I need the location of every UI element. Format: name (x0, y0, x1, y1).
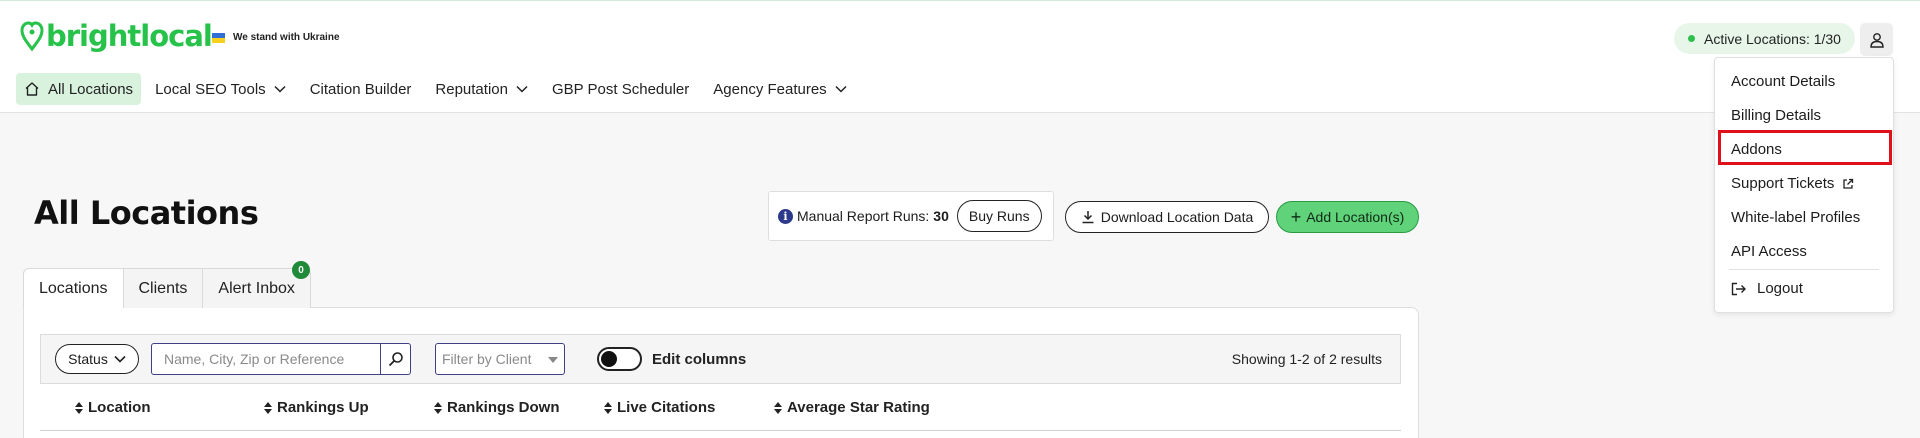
column-rankings-up[interactable]: Rankings Up (263, 399, 369, 416)
column-rankings-down[interactable]: Rankings Down (433, 399, 560, 416)
sort-icon (604, 401, 612, 414)
chevron-down-icon (516, 85, 528, 93)
runs-label: Manual Report Runs: (797, 208, 930, 224)
nav-local-seo-tools[interactable]: Local SEO Tools (145, 73, 296, 105)
tab-clients[interactable]: Clients (122, 268, 204, 308)
download-location-data-button[interactable]: Download Location Data (1065, 201, 1269, 233)
table-header: Location Rankings Up Rankings Down Live … (40, 399, 1401, 431)
sort-icon (264, 401, 272, 414)
nav-all-locations[interactable]: All Locations (16, 73, 142, 105)
external-link-icon (1843, 178, 1854, 189)
nav-reputation[interactable]: Reputation (425, 73, 538, 105)
status-dot-icon (1688, 35, 1695, 42)
home-icon (24, 81, 40, 97)
menu-white-label-profiles[interactable]: White-label Profiles (1731, 209, 1860, 226)
status-filter-button[interactable]: Status (55, 344, 139, 374)
column-average-star-rating[interactable]: Average Star Rating (773, 399, 930, 416)
menu-account-details[interactable]: Account Details (1731, 73, 1835, 90)
sort-icon (434, 401, 442, 414)
manual-report-runs: i Manual Report Runs: 30 Buy Runs (768, 191, 1054, 241)
active-locations-badge[interactable]: Active Locations: 1/30 (1674, 23, 1855, 54)
client-filter-select[interactable]: Filter by Client (435, 343, 565, 375)
brightlocal-logo[interactable]: brightlocal (20, 19, 213, 53)
logout-icon (1731, 282, 1746, 295)
ukraine-banner[interactable]: We stand with Ukraine (212, 32, 340, 43)
column-live-citations[interactable]: Live Citations (603, 399, 715, 416)
menu-api-access[interactable]: API Access (1731, 243, 1807, 260)
location-heart-icon (20, 21, 44, 51)
search-input[interactable] (151, 343, 381, 375)
ukraine-flag-icon (212, 32, 225, 43)
top-header: brightlocal We stand with Ukraine Active… (0, 0, 1920, 113)
info-icon: i (778, 208, 793, 224)
add-locations-button[interactable]: + Add Location(s) (1276, 201, 1419, 233)
active-locations-text: Active Locations: 1/30 (1704, 30, 1841, 47)
caret-down-icon (548, 357, 558, 363)
user-dropdown-menu: Account Details Billing Details Addons S… (1714, 57, 1894, 313)
ukraine-text: We stand with Ukraine (233, 32, 340, 43)
plus-icon: + (1290, 207, 1302, 227)
menu-billing-details[interactable]: Billing Details (1731, 107, 1821, 124)
filter-bar: Status Filter by Client Edit columns Sho… (40, 334, 1401, 384)
location-tabs: Locations Clients Alert Inbox (23, 268, 311, 308)
download-icon (1082, 211, 1094, 224)
chevron-down-icon (274, 85, 286, 93)
page-title: All Locations (34, 194, 259, 232)
runs-count: 30 (933, 208, 949, 224)
sort-icon (75, 401, 83, 414)
chevron-down-icon (835, 85, 847, 93)
column-location[interactable]: Location (74, 399, 151, 416)
addons-highlight-box (1718, 130, 1892, 165)
toggle-knob (601, 351, 617, 367)
tab-locations[interactable]: Locations (23, 268, 124, 308)
edit-columns-label: Edit columns (652, 351, 747, 368)
menu-support-tickets[interactable]: Support Tickets (1731, 175, 1854, 192)
user-icon (1869, 32, 1884, 48)
nav-citation-builder[interactable]: Citation Builder (300, 73, 422, 105)
brand-name: brightlocal (46, 19, 213, 53)
search-icon (388, 352, 403, 367)
edit-columns-toggle[interactable] (597, 347, 642, 371)
search-button[interactable] (381, 343, 411, 375)
nav-gbp-post-scheduler[interactable]: GBP Post Scheduler (542, 73, 699, 105)
menu-divider (1729, 269, 1879, 270)
alert-count-badge: 0 (292, 261, 310, 279)
menu-logout[interactable]: Logout (1731, 280, 1803, 297)
user-menu-button[interactable] (1860, 23, 1893, 56)
results-count: Showing 1-2 of 2 results (1231, 351, 1382, 367)
chevron-down-icon (114, 355, 126, 363)
nav-agency-features[interactable]: Agency Features (703, 73, 856, 105)
buy-runs-button[interactable]: Buy Runs (956, 200, 1042, 232)
sort-icon (774, 401, 782, 414)
main-nav: All Locations Local SEO Tools Citation B… (16, 73, 861, 105)
